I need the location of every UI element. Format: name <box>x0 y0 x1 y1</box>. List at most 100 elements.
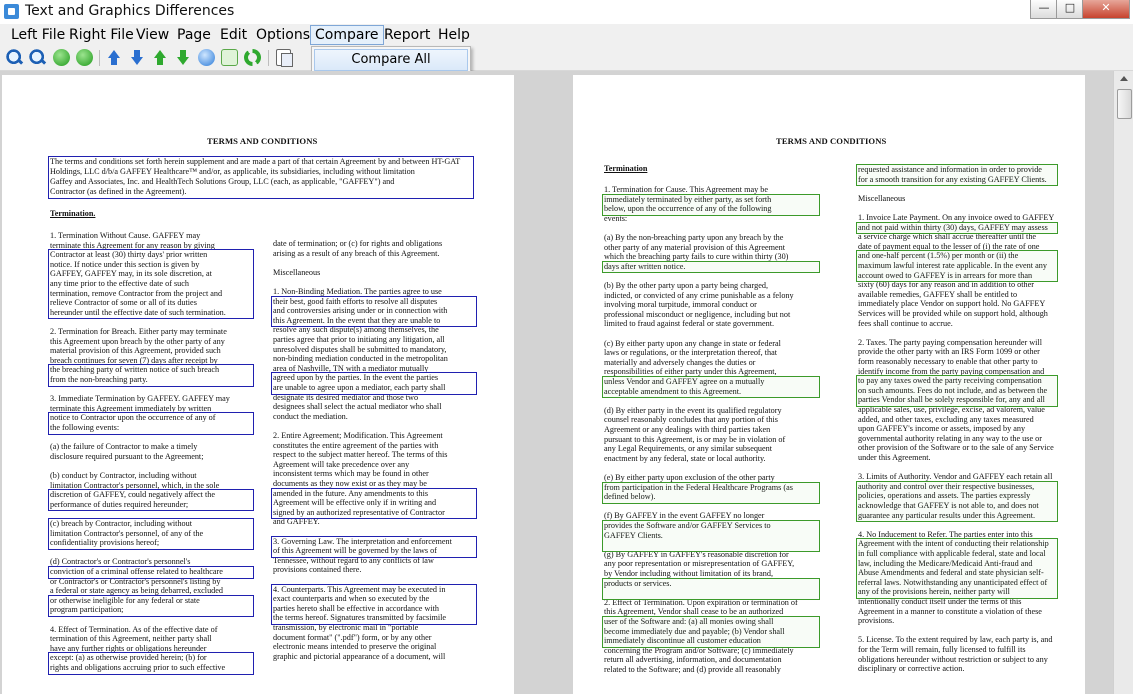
doc-line: authority and control over their respect… <box>858 481 1035 491</box>
doc-line: any poor representation or misrepresenta… <box>604 559 795 569</box>
doc-line: immediately place Vendor on support hold… <box>858 299 1046 309</box>
doc-line: (f) By GAFFEY in the event GAFFEY no lon… <box>604 511 765 521</box>
doc-line: limitation Contractor's personnel, which… <box>50 480 220 490</box>
toolbar-separator <box>268 50 269 66</box>
document-viewer[interactable]: TERMS AND CONDITIONS The terms and condi… <box>0 71 1113 694</box>
doc-line: termination, remove Contractor from the … <box>50 288 223 298</box>
doc-line: any time prior to the effective date of … <box>50 279 189 288</box>
scroll-thumb[interactable] <box>1117 89 1132 119</box>
sync-icon[interactable] <box>198 49 215 66</box>
doc-line: 2. Entire Agreement; Modification. This … <box>273 431 443 440</box>
doc-line: under this Agreement. <box>858 453 931 462</box>
doc-line: parties Vendor shall be solely responsib… <box>858 395 1045 405</box>
doc-line: document format" (".pdf") form, or by an… <box>273 632 432 642</box>
doc-line: parties agree that prior to initiating a… <box>273 335 445 344</box>
right-document-page[interactable]: TERMS AND CONDITIONS Termination 1. Term… <box>573 75 1085 694</box>
window-title: Text and Graphics Differences <box>25 3 235 19</box>
doc-line: and GAFFEY. <box>273 517 320 527</box>
doc-line: on such amounts. Fees do not include, an… <box>858 385 1048 395</box>
menu-right-file[interactable]: Right File <box>65 26 138 44</box>
doc-line: any of the provisions herein, neither pa… <box>858 587 1010 597</box>
doc-line: program participation; <box>50 605 124 615</box>
doc-line: 1. Termination Without Cause. GAFFEY may <box>50 231 201 240</box>
doc-line: (d) By either party in the event its qua… <box>604 405 782 415</box>
zoom-in-icon[interactable] <box>6 49 23 66</box>
copy-icon[interactable] <box>276 49 293 67</box>
doc-line: 5. License. To the extent required by la… <box>858 635 1053 645</box>
prev-diff-icon[interactable] <box>152 49 169 66</box>
doc-line: form reasonably necessary to enable that… <box>858 357 1038 366</box>
doc-line: which the breaching party fails to cure … <box>604 252 789 262</box>
doc-line: and controversies arising under or in co… <box>273 306 448 316</box>
doc-line: Agreement with the intent of conducting … <box>858 539 1049 549</box>
compare-all-item[interactable]: Compare All <box>314 49 468 71</box>
menu-options[interactable]: Options <box>252 26 314 44</box>
last-diff-icon[interactable] <box>129 49 146 66</box>
menu-view[interactable]: View <box>132 26 173 44</box>
menu-help[interactable]: Help <box>434 26 474 44</box>
doc-line: non-binding mediation conducted in the m… <box>273 354 448 364</box>
doc-line: for a smooth transition for any existing… <box>858 174 1047 184</box>
menu-report[interactable]: Report <box>380 26 434 44</box>
next-diff-icon[interactable] <box>175 49 192 66</box>
doc-line: 1. Termination for Cause. This Agreement… <box>604 185 768 194</box>
zoom-out-icon[interactable] <box>29 49 46 66</box>
doc-line: the terms hereof. Signatures transmitted… <box>273 613 447 623</box>
first-diff-icon[interactable] <box>106 49 123 66</box>
doc-line: account owed to GAFFEY is in arrears for… <box>858 270 1033 280</box>
doc-line: graphic and pictorial appearance of a do… <box>273 651 446 661</box>
doc-line: days after written notice. <box>604 261 686 271</box>
left-document-page[interactable]: TERMS AND CONDITIONS The terms and condi… <box>2 75 514 694</box>
doc-line: documents as they now exist or as they m… <box>273 479 427 488</box>
left-termination-heading: Termination. <box>50 209 96 218</box>
doc-line: Agreement in a manner to constitute a vi… <box>858 606 1042 616</box>
close-button[interactable]: ✕ <box>1082 0 1130 19</box>
refresh-icon[interactable] <box>221 49 238 66</box>
doc-line: any Legal Requirements, or any similar s… <box>604 444 773 454</box>
doc-line: other party of any material provision of… <box>604 242 785 252</box>
menu-compare[interactable]: Compare <box>310 25 384 45</box>
doc-line: 2. Taxes. The party paying compensation … <box>858 337 1042 347</box>
doc-line: limited to fraud against federal or stat… <box>604 319 775 329</box>
vertical-scrollbar[interactable] <box>1113 71 1133 694</box>
doc-line: inconsistent terms which may be found in… <box>273 469 429 479</box>
doc-line: requested assistance and information in … <box>858 165 1042 174</box>
doc-line: resolve any such dispute(s) among themse… <box>273 325 439 335</box>
doc-line: law, including the Medicare/Medicaid Ant… <box>858 558 1033 568</box>
toolbar <box>0 46 1133 71</box>
doc-line: disclosure required pursuant to the Agre… <box>50 451 204 461</box>
toolbar-separator <box>99 50 100 66</box>
doc-line: guarantee any particular results under t… <box>858 510 1036 520</box>
doc-line: 3. Immediate Termination by GAFFEY. GAFF… <box>50 394 230 404</box>
up-circle-icon[interactable] <box>53 49 70 66</box>
doc-line: indicted, or convicted of any crime puni… <box>604 290 794 300</box>
doc-line: Miscellaneous <box>273 267 321 277</box>
down-circle-icon[interactable] <box>76 49 93 66</box>
doc-line: fees shall continue to accrue. <box>858 318 953 328</box>
minimize-button[interactable]: — <box>1030 0 1058 19</box>
doc-line: upon GAFFEY's income or assets, imposed … <box>858 424 1026 434</box>
doc-line: signed by an authorized representative o… <box>273 507 445 517</box>
menu-edit[interactable]: Edit <box>216 26 251 44</box>
doc-line: 3. Governing Law. The interpretation and… <box>273 536 452 546</box>
doc-line: products or services. <box>604 578 672 588</box>
doc-line: Miscellaneous <box>858 193 906 203</box>
doc-line: 1. Non-Binding Mediation. The parties ag… <box>273 287 442 296</box>
doc-line: Contractor at least (30) thirty days' pr… <box>50 250 208 260</box>
doc-line: designees shall select the actual mediat… <box>273 402 442 412</box>
doc-line: (g) By GAFFEY in GAFFEY's reasonable dis… <box>604 549 789 559</box>
maximize-button[interactable]: □ <box>1056 0 1084 19</box>
doc-line: material provision of this Agreement, pr… <box>50 346 221 356</box>
scroll-up-icon[interactable] <box>1116 73 1132 85</box>
doc-line: 2. Effect of Termination. Upon expiratio… <box>604 597 798 607</box>
doc-line: acceptable amendment to this Agreement. <box>604 386 742 396</box>
recompare-icon[interactable] <box>244 49 261 66</box>
doc-line: 4. Effect of Termination. As of the effe… <box>50 624 218 634</box>
doc-line: terminate this Agreement immediately by … <box>50 403 212 413</box>
right-termination-heading: Termination <box>604 164 648 173</box>
doc-line: (a) the failure of Contractor to make a … <box>50 442 198 452</box>
doc-line: have any further rights or obligations h… <box>50 643 207 653</box>
doc-line: and one-half percent (1.5%) per month or… <box>858 251 1019 261</box>
menu-left-file[interactable]: Left File <box>7 26 69 44</box>
menu-page[interactable]: Page <box>173 26 215 44</box>
